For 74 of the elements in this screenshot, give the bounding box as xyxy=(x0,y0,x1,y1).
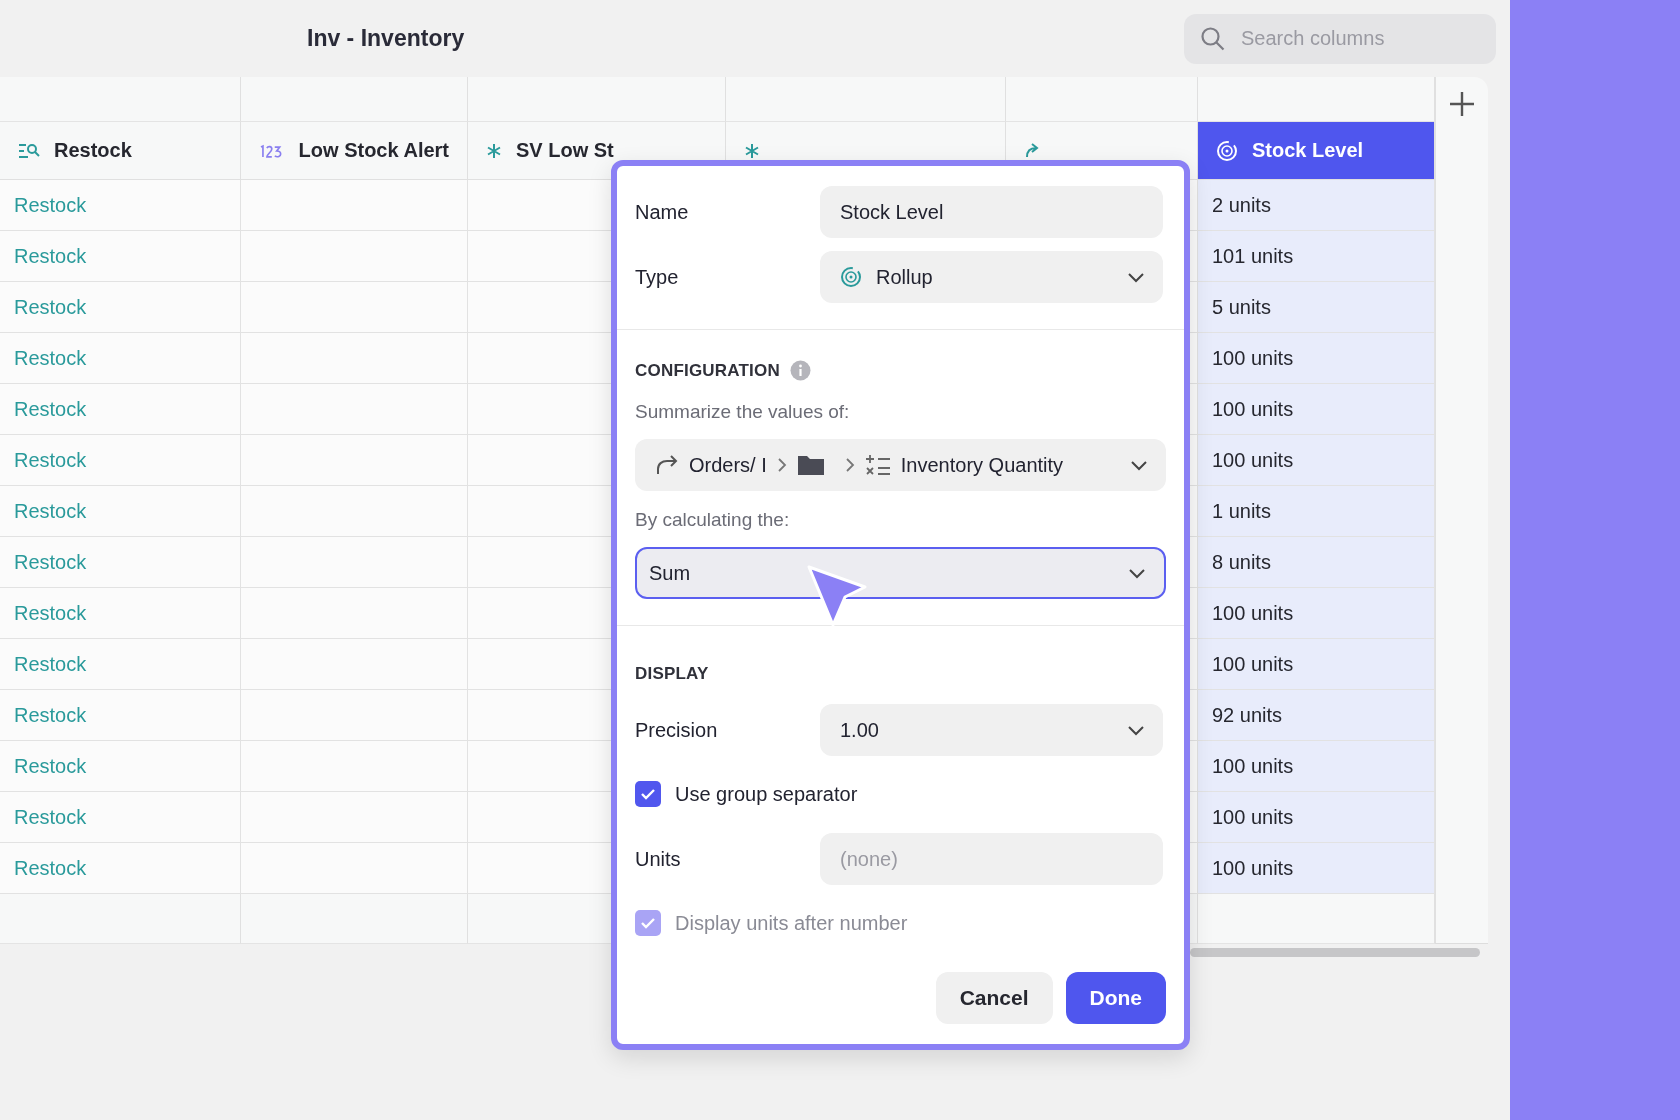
units-value: 101 units xyxy=(1212,244,1294,268)
search-field[interactable]: Search columns xyxy=(1184,13,1496,64)
section-heading: CONFIGURATION xyxy=(635,360,780,381)
target-icon xyxy=(1216,139,1238,162)
chevron-right-icon xyxy=(776,457,787,473)
field-label: Units xyxy=(635,847,682,871)
column-header[interactable]: Restock xyxy=(0,122,241,180)
math-icon xyxy=(864,454,891,476)
field-label: Name xyxy=(635,200,690,224)
units-value: 8 units xyxy=(1212,550,1271,574)
units-value: 92 units xyxy=(1212,703,1283,727)
chevron-right-icon xyxy=(844,457,855,473)
add-column-button[interactable] xyxy=(1447,89,1477,119)
cancel-button[interactable]: Cancel xyxy=(935,972,1053,1024)
restock-link[interactable]: Restock xyxy=(14,805,87,829)
table-title: Inv - Inventory xyxy=(307,25,466,52)
restock-link[interactable]: Restock xyxy=(14,550,87,574)
chevron-down-icon xyxy=(1130,459,1148,471)
asterisk-icon xyxy=(744,142,760,159)
units-value: 100 units xyxy=(1212,856,1294,880)
section-heading: DISPLAY xyxy=(635,664,709,684)
units-value: 100 units xyxy=(1212,601,1294,625)
restock-link[interactable]: Restock xyxy=(14,346,87,370)
restock-link[interactable]: Restock xyxy=(14,295,87,319)
checkmark-icon xyxy=(640,917,656,929)
chevron-down-icon xyxy=(1127,724,1145,736)
column-header[interactable]: Stock Level xyxy=(1198,122,1435,180)
source-field-dropdown[interactable]: Orders/ I Inventory Quantity xyxy=(635,439,1166,491)
scrollbar[interactable] xyxy=(1190,948,1480,957)
search-icon xyxy=(1200,25,1226,52)
chevron-down-icon xyxy=(1128,567,1146,579)
restock-link[interactable]: Restock xyxy=(14,499,87,523)
checkbox[interactable] xyxy=(635,781,661,807)
checkbox-label: Use group separator xyxy=(675,782,858,806)
target-icon xyxy=(840,266,862,288)
field-label: Type xyxy=(635,265,680,289)
arrow-icon xyxy=(655,455,679,475)
restock-link[interactable]: Restock xyxy=(14,244,87,268)
arrow-icon xyxy=(1024,142,1040,159)
restock-link[interactable]: Restock xyxy=(14,193,87,217)
chevron-down-icon xyxy=(1127,271,1145,283)
calculation-dropdown[interactable]: Sum xyxy=(635,547,1166,599)
type-dropdown[interactable]: Rollup xyxy=(820,251,1163,303)
restock-link[interactable]: Restock xyxy=(14,448,87,472)
units-value: 1 units xyxy=(1212,499,1271,523)
checkbox-label: Display units after number xyxy=(675,911,908,935)
restock-link[interactable]: Restock xyxy=(14,652,87,676)
name-field[interactable]: Stock Level xyxy=(820,186,1163,238)
restock-link[interactable]: Restock xyxy=(14,856,87,880)
asterisk-icon xyxy=(486,142,502,159)
units-value: 100 units xyxy=(1212,805,1294,829)
info-icon xyxy=(789,360,811,381)
restock-link[interactable]: Restock xyxy=(14,601,87,625)
hint-text: By calculating the: xyxy=(635,509,791,531)
units-value: 100 units xyxy=(1212,652,1294,676)
units-value: 100 units xyxy=(1212,754,1294,778)
done-button[interactable]: Done xyxy=(1065,972,1166,1024)
restock-link[interactable]: Restock xyxy=(14,703,87,727)
units-value: 100 units xyxy=(1212,346,1294,370)
precision-dropdown[interactable]: 1.00 xyxy=(820,704,1163,756)
units-value: 2 units xyxy=(1212,193,1271,217)
restock-link[interactable]: Restock xyxy=(14,397,87,421)
field-label: Precision xyxy=(635,718,719,742)
units-field[interactable]: (none) xyxy=(820,833,1163,885)
plus-icon xyxy=(1449,91,1475,117)
list-search-icon xyxy=(18,142,40,159)
units-value: 100 units xyxy=(1212,448,1294,472)
checkmark-icon xyxy=(640,788,656,800)
folder-icon xyxy=(796,454,825,476)
column-header[interactable]: Low Stock Alert xyxy=(241,122,468,180)
units-value: 5 units xyxy=(1212,295,1271,319)
units-value: 100 units xyxy=(1212,397,1294,421)
hint-text: Summarize the values of: xyxy=(635,401,851,423)
restock-link[interactable]: Restock xyxy=(14,754,87,778)
